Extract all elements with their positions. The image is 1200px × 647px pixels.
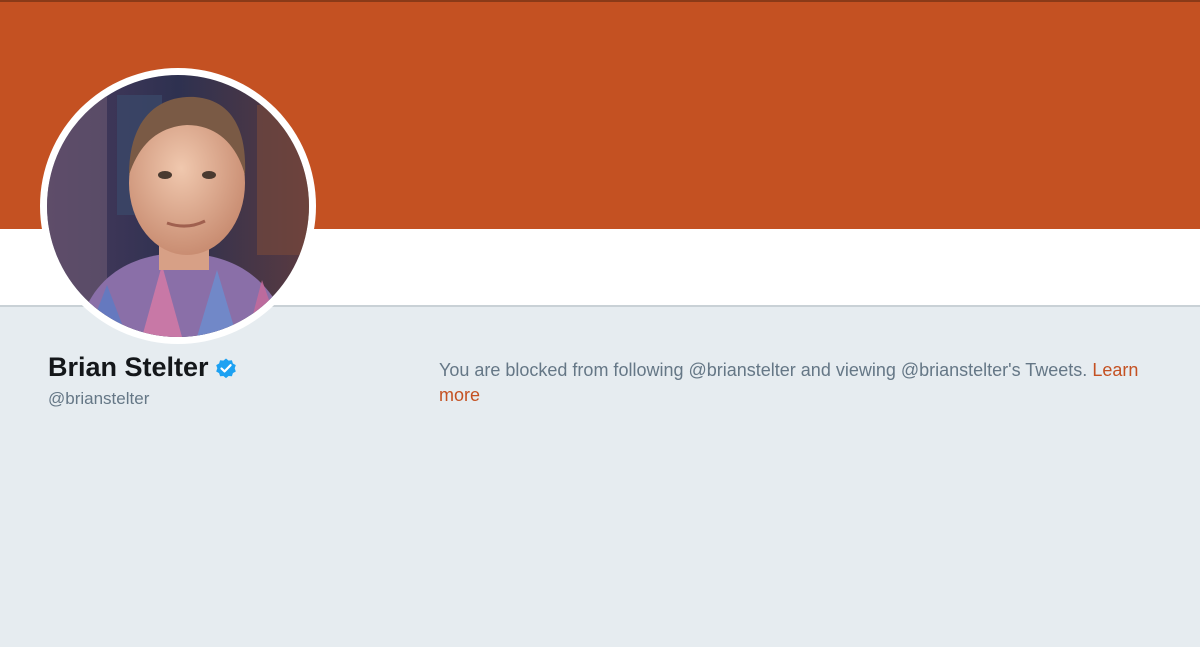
profile-page: Brian Stelter @brianstelter You are bloc… <box>0 0 1200 647</box>
profile-handle[interactable]: @brianstelter <box>48 389 408 409</box>
profile-card: Brian Stelter @brianstelter <box>48 352 408 409</box>
name-row: Brian Stelter <box>48 352 408 383</box>
blocked-notice: You are blocked from following @brianste… <box>439 358 1159 408</box>
avatar-photo <box>47 75 309 337</box>
verified-badge-icon <box>215 358 236 378</box>
blocked-notice-text: You are blocked from following @brianste… <box>439 360 1088 380</box>
profile-name[interactable]: Brian Stelter <box>48 352 209 383</box>
profile-avatar[interactable] <box>47 75 309 337</box>
profile-avatar-frame <box>40 68 316 344</box>
